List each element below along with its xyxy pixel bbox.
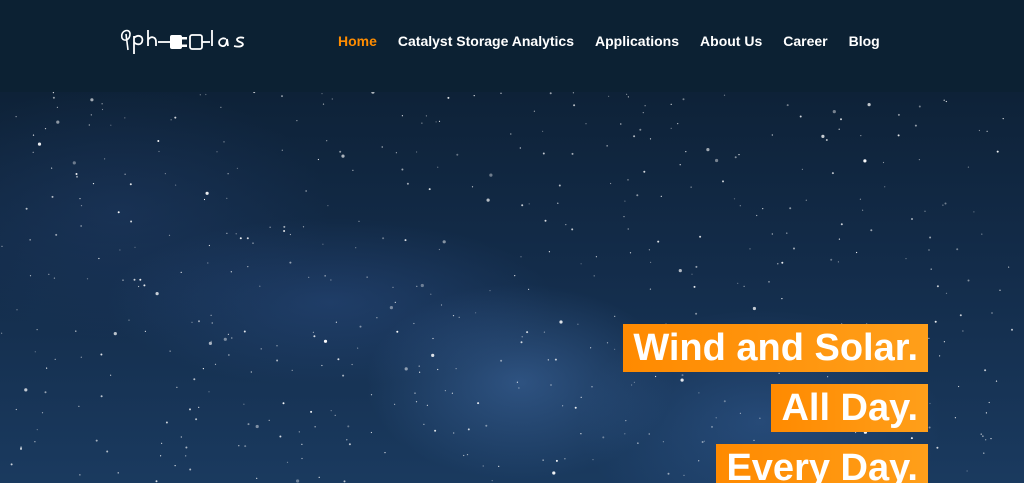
hero-tagline-line-3: Every Day. (716, 444, 928, 483)
nav-career[interactable]: Career (783, 32, 827, 50)
nav-home[interactable]: Home (338, 32, 377, 50)
nav-catalyst-storage-analytics[interactable]: Catalyst Storage Analytics (398, 32, 574, 50)
nav-applications[interactable]: Applications (595, 32, 679, 50)
site-header: Home Catalyst Storage Analytics Applicat… (0, 0, 1024, 92)
hero-tagline-line-2: All Day. (771, 384, 928, 432)
nav-blog[interactable]: Blog (849, 32, 880, 50)
hero-banner: Wind and Solar. All Day. Every Day. (0, 92, 1024, 483)
main-nav: Home Catalyst Storage Analytics Applicat… (338, 32, 880, 50)
phlas-logo[interactable] (116, 24, 256, 60)
plug-logo-icon (120, 29, 245, 54)
nav-about-us[interactable]: About Us (700, 32, 762, 50)
hero-tagline-line-1: Wind and Solar. (623, 324, 928, 372)
